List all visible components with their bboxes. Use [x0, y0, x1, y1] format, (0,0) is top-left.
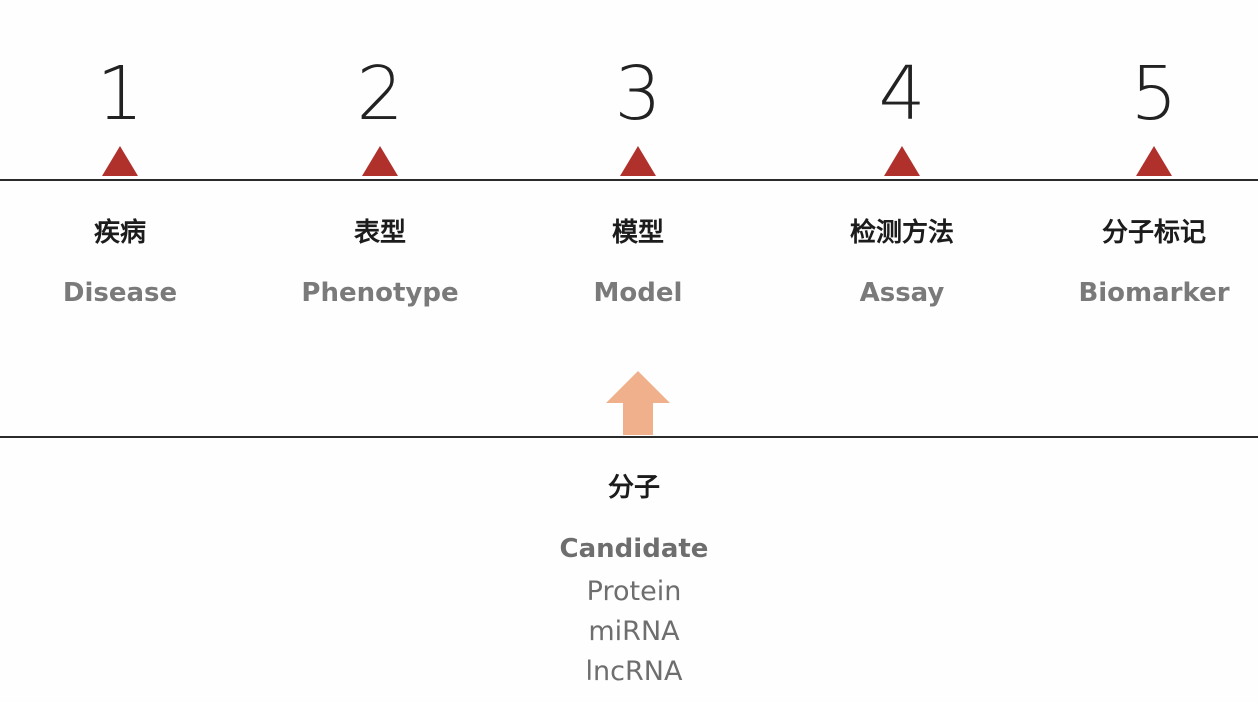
- step-number: 2: [356, 51, 404, 137]
- timeline-divider-top: [0, 179, 1258, 181]
- step-number: 4: [878, 51, 926, 137]
- molecule-item: lncRNA: [585, 656, 683, 687]
- up-arrow-icon: [606, 371, 670, 435]
- step-label-cn: 表型: [353, 218, 406, 248]
- triangle-marker-icon: [884, 146, 920, 176]
- triangle-marker-icon: [102, 146, 138, 176]
- step-number: 3: [614, 51, 662, 137]
- molecule-label-en: Candidate: [559, 534, 709, 564]
- triangle-marker-icon: [362, 146, 398, 176]
- step-label-cn: 疾病: [93, 218, 146, 248]
- step-4: 4 检测方法 Assay: [782, 0, 1022, 330]
- molecule-item: miRNA: [588, 616, 680, 647]
- triangle-marker-icon: [620, 146, 656, 176]
- step-1: 1 疾病 Disease: [0, 0, 240, 330]
- triangle-marker-icon: [1136, 146, 1172, 176]
- step-label-en: Assay: [859, 278, 945, 308]
- molecule-label-cn: 分子: [607, 473, 660, 503]
- step-label-cn: 分子标记: [1101, 218, 1206, 248]
- step-number: 1: [96, 51, 144, 137]
- molecule-item: Protein: [586, 576, 682, 607]
- step-label-en: Disease: [62, 278, 178, 308]
- step-label-cn: 模型: [611, 218, 664, 248]
- step-5: 5 分子标记 Biomarker: [1034, 0, 1258, 330]
- step-label-en: Phenotype: [301, 278, 459, 308]
- step-number: 5: [1130, 51, 1178, 137]
- step-2: 2 表型 Phenotype: [260, 0, 500, 330]
- step-label-en: Biomarker: [1078, 278, 1230, 308]
- timeline-divider-bottom: [0, 436, 1258, 438]
- step-label-en: Model: [593, 278, 683, 308]
- step-label-cn: 检测方法: [849, 218, 954, 248]
- step-3: 3 模型 Model: [518, 0, 758, 330]
- molecule-block: 分子 Candidate Protein miRNA lncRNA: [484, 470, 784, 692]
